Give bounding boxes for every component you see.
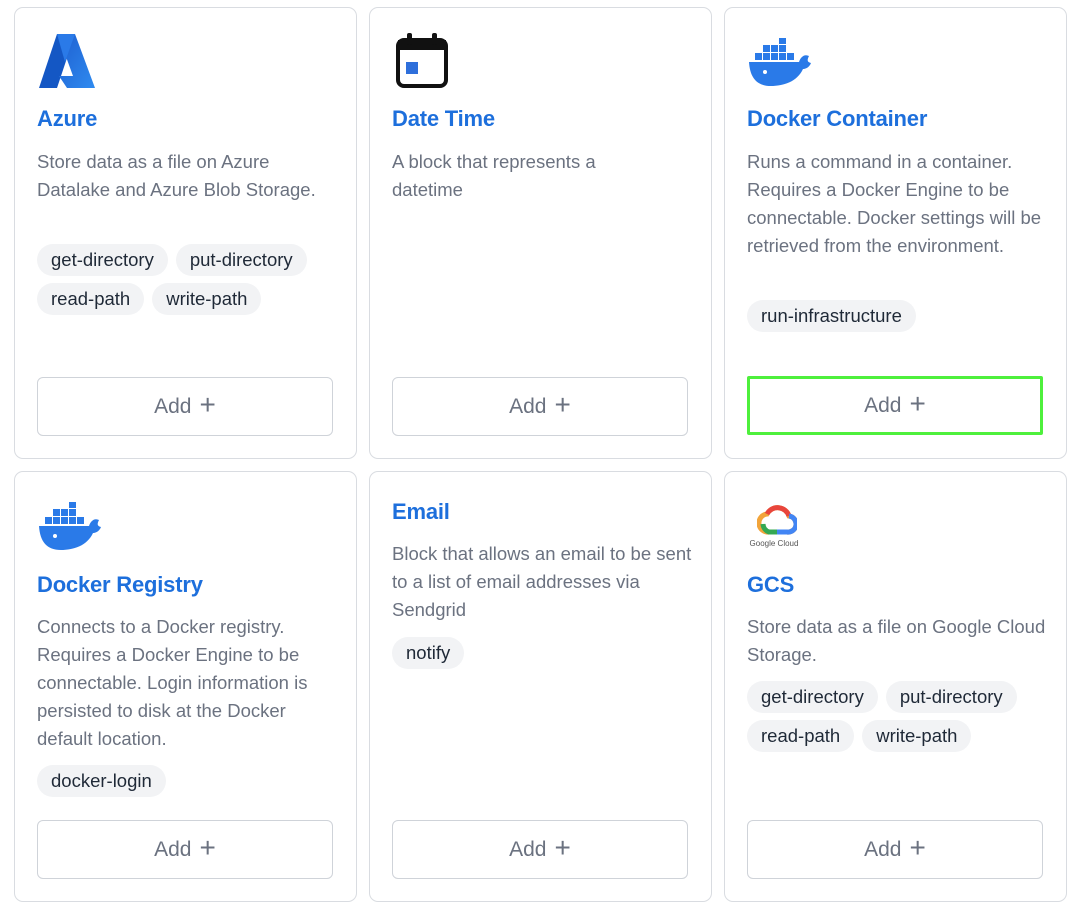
add-button[interactable]: Add + bbox=[37, 377, 333, 436]
plus-icon: + bbox=[909, 388, 926, 419]
block-card-docker-container: Docker Container Runs a command in a con… bbox=[724, 7, 1067, 459]
google-cloud-logo-text: Google Cloud bbox=[749, 539, 799, 548]
card-title: Email bbox=[392, 499, 450, 524]
add-button[interactable]: Add + bbox=[392, 377, 688, 436]
card-title: Docker Registry bbox=[37, 572, 203, 597]
card-title: Date Time bbox=[392, 106, 495, 131]
block-card-azure: Azure Store data as a file on Azure Data… bbox=[14, 7, 357, 459]
tag: get-directory bbox=[747, 681, 878, 713]
card-description: Store data as a file on Google Cloud Sto… bbox=[747, 616, 1046, 665]
tag: get-directory bbox=[37, 244, 168, 276]
card-description: Connects to a Docker registry. Requires … bbox=[37, 616, 308, 749]
plus-icon: + bbox=[554, 832, 571, 863]
card-title: GCS bbox=[747, 572, 795, 597]
tag: put-directory bbox=[175, 244, 307, 276]
tag-list: notify bbox=[392, 637, 692, 669]
calendar-icon bbox=[392, 32, 452, 95]
tag: notify bbox=[392, 637, 465, 669]
block-card-docker-registry: Docker Registry Connects to a Docker reg… bbox=[14, 471, 357, 902]
google-cloud-logo-icon: Google Cloud bbox=[747, 504, 807, 548]
add-button-label: Add bbox=[154, 394, 192, 418]
azure-logo-icon bbox=[37, 32, 97, 95]
card-description: Block that allows an email to be sent to… bbox=[392, 543, 692, 620]
add-button[interactable]: Add + bbox=[747, 820, 1043, 879]
plus-icon: + bbox=[199, 832, 216, 863]
card-title: Azure bbox=[37, 106, 98, 131]
plus-icon: + bbox=[909, 832, 926, 863]
add-button[interactable]: Add + bbox=[392, 820, 688, 879]
plus-icon: + bbox=[554, 389, 571, 420]
add-button-label: Add bbox=[509, 394, 547, 418]
add-button[interactable]: Add + bbox=[747, 376, 1043, 435]
tag: docker-login bbox=[37, 765, 166, 797]
card-title: Docker Container bbox=[747, 106, 928, 131]
add-button-label: Add bbox=[864, 393, 902, 417]
card-description: Runs a command in a container. Requires … bbox=[747, 151, 1042, 256]
tag-list: run-infrastructure bbox=[747, 300, 1047, 332]
tag: write-path bbox=[862, 720, 972, 752]
docker-logo-icon bbox=[747, 38, 813, 93]
docker-logo-icon bbox=[37, 502, 103, 557]
tag-list: get-directory put-directory read-path wr… bbox=[37, 244, 327, 315]
card-description: A block that represents a datetime bbox=[392, 151, 596, 200]
card-description: Store data as a file on Azure Datalake a… bbox=[37, 151, 316, 200]
tag: read-path bbox=[37, 283, 145, 315]
add-button[interactable]: Add + bbox=[37, 820, 333, 879]
tag: run-infrastructure bbox=[747, 300, 916, 332]
plus-icon: + bbox=[199, 389, 216, 420]
add-button-label: Add bbox=[509, 837, 547, 861]
tag-list: get-directory put-directory read-path wr… bbox=[747, 681, 1037, 752]
tag: put-directory bbox=[885, 681, 1017, 713]
tag: read-path bbox=[747, 720, 855, 752]
add-button-label: Add bbox=[864, 837, 902, 861]
add-button-label: Add bbox=[154, 837, 192, 861]
tag-list: docker-login bbox=[37, 765, 337, 797]
block-card-email: Email Block that allows an email to be s… bbox=[369, 471, 712, 902]
block-card-date-time: Date Time A block that represents a date… bbox=[369, 7, 712, 459]
block-card-gcs: Google Cloud GCS Store data as a file on… bbox=[724, 471, 1067, 902]
tag: write-path bbox=[152, 283, 262, 315]
